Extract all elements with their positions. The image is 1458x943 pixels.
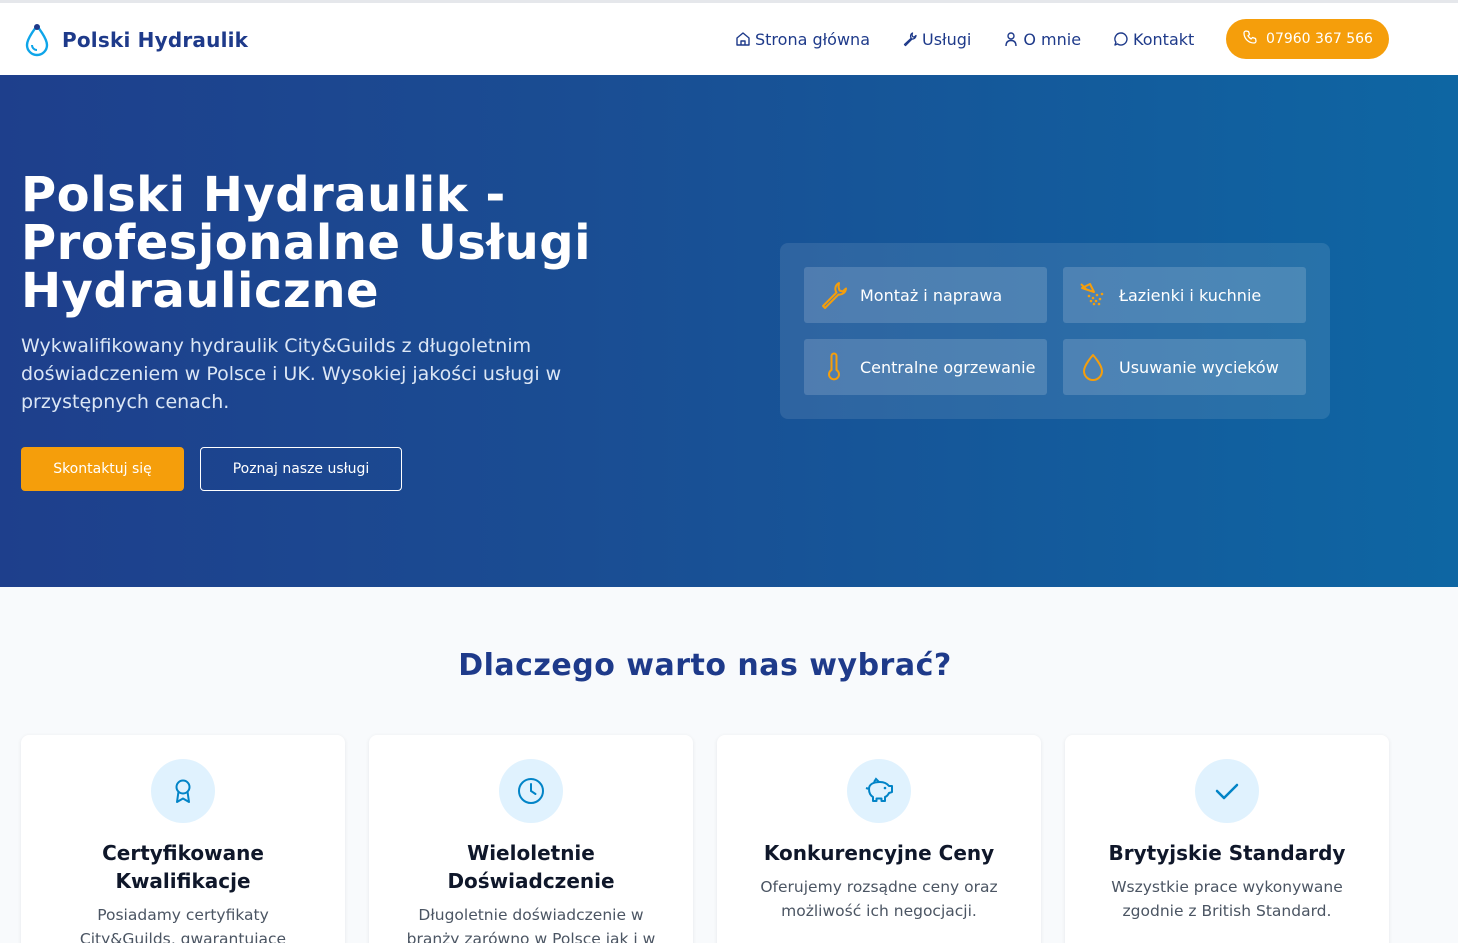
- wrench-icon: [818, 279, 850, 311]
- feature-title: Wieloletnie Doświadczenie: [447, 841, 615, 893]
- phone-button[interactable]: 07960 367 566: [1226, 19, 1389, 59]
- water-drop-icon: [25, 24, 49, 57]
- services-button[interactable]: Poznaj nasze usługi: [200, 447, 402, 491]
- nav-services-label: Usługi: [922, 29, 972, 49]
- brand-logo[interactable]: Polski Hydraulik: [24, 23, 248, 57]
- service-heating[interactable]: Centralne ogrzewanie: [804, 339, 1047, 395]
- check-icon: [1195, 759, 1259, 823]
- feature-card-experience: Wieloletnie Doświadczenie Długoletnie do…: [369, 735, 693, 943]
- nav-contact[interactable]: Kontakt: [1113, 30, 1194, 49]
- service-leaks-label: Usuwanie wycieków: [1119, 357, 1279, 377]
- feature-card-certified: Certyfikowane Kwalifikacje Posiadamy cer…: [21, 735, 345, 943]
- hero-lead: Wykwalifikowany hydraulik City&Guilds z …: [21, 335, 562, 413]
- thermometer-icon: [818, 351, 850, 383]
- feature-title: Brytyjskie Standardy: [1108, 841, 1346, 865]
- services-panel: Montaż i naprawa Łazienki i kuchnie Cent…: [780, 243, 1330, 419]
- why-section-title: Dlaczego warto nas wybrać?: [458, 648, 952, 683]
- droplet-icon: [1077, 351, 1109, 383]
- feature-text: Długoletnie doświadczenie w branży zarów…: [406, 906, 656, 943]
- service-heating-label: Centralne ogrzewanie: [860, 357, 1036, 377]
- phone-number: 07960 367 566: [1266, 31, 1373, 47]
- award-icon: [151, 759, 215, 823]
- feature-title: Konkurencyjne Ceny: [763, 841, 995, 865]
- feature-text: Wszystkie prace wykonywane zgodnie z Bri…: [1111, 878, 1343, 920]
- nav-about-label: O mnie: [1023, 29, 1082, 49]
- service-leaks[interactable]: Usuwanie wycieków: [1063, 339, 1306, 395]
- feature-card-prices: Konkurencyjne Ceny Oferujemy rozsądne ce…: [717, 735, 1041, 943]
- feature-text: Posiadamy certyfikaty City&Guilds, gwara…: [79, 906, 287, 943]
- feature-title: Certyfikowane Kwalifikacje: [102, 841, 264, 893]
- chat-icon: [1113, 31, 1129, 47]
- nav-home-label: Strona główna: [755, 29, 870, 49]
- piggy-bank-icon: [847, 759, 911, 823]
- hero-section: Polski Hydraulik - Profesjonalne Usługi …: [0, 75, 1458, 587]
- shower-icon: [1077, 279, 1109, 311]
- phone-icon: [1242, 29, 1258, 49]
- clock-icon: [499, 759, 563, 823]
- service-installation[interactable]: Montaż i naprawa: [804, 267, 1047, 323]
- service-bathrooms[interactable]: Łazienki i kuchnie: [1063, 267, 1306, 323]
- feature-card-standards: Brytyjskie Standardy Wszystkie prace wyk…: [1065, 735, 1389, 943]
- nav-about[interactable]: O mnie: [1003, 30, 1081, 49]
- nav-home[interactable]: Strona główna: [735, 30, 870, 49]
- contact-button[interactable]: Skontaktuj się: [21, 447, 184, 491]
- main-nav: Strona główna Usługi O mnie Kontakt: [735, 3, 1194, 75]
- wrench-icon: [902, 31, 918, 47]
- user-icon: [1003, 31, 1019, 47]
- service-installation-label: Montaż i naprawa: [860, 285, 1003, 305]
- service-bathrooms-label: Łazienki i kuchnie: [1119, 285, 1262, 305]
- nav-services[interactable]: Usługi: [902, 30, 971, 49]
- brand-name: Polski Hydraulik: [62, 28, 249, 52]
- nav-contact-label: Kontakt: [1133, 29, 1195, 49]
- hero-title: Polski Hydraulik - Profesjonalne Usługi …: [21, 167, 592, 319]
- home-icon: [735, 31, 751, 47]
- site-header: Polski Hydraulik Strona główna Usługi O …: [0, 3, 1458, 75]
- feature-text: Oferujemy rozsądne ceny oraz możliwość i…: [760, 878, 998, 920]
